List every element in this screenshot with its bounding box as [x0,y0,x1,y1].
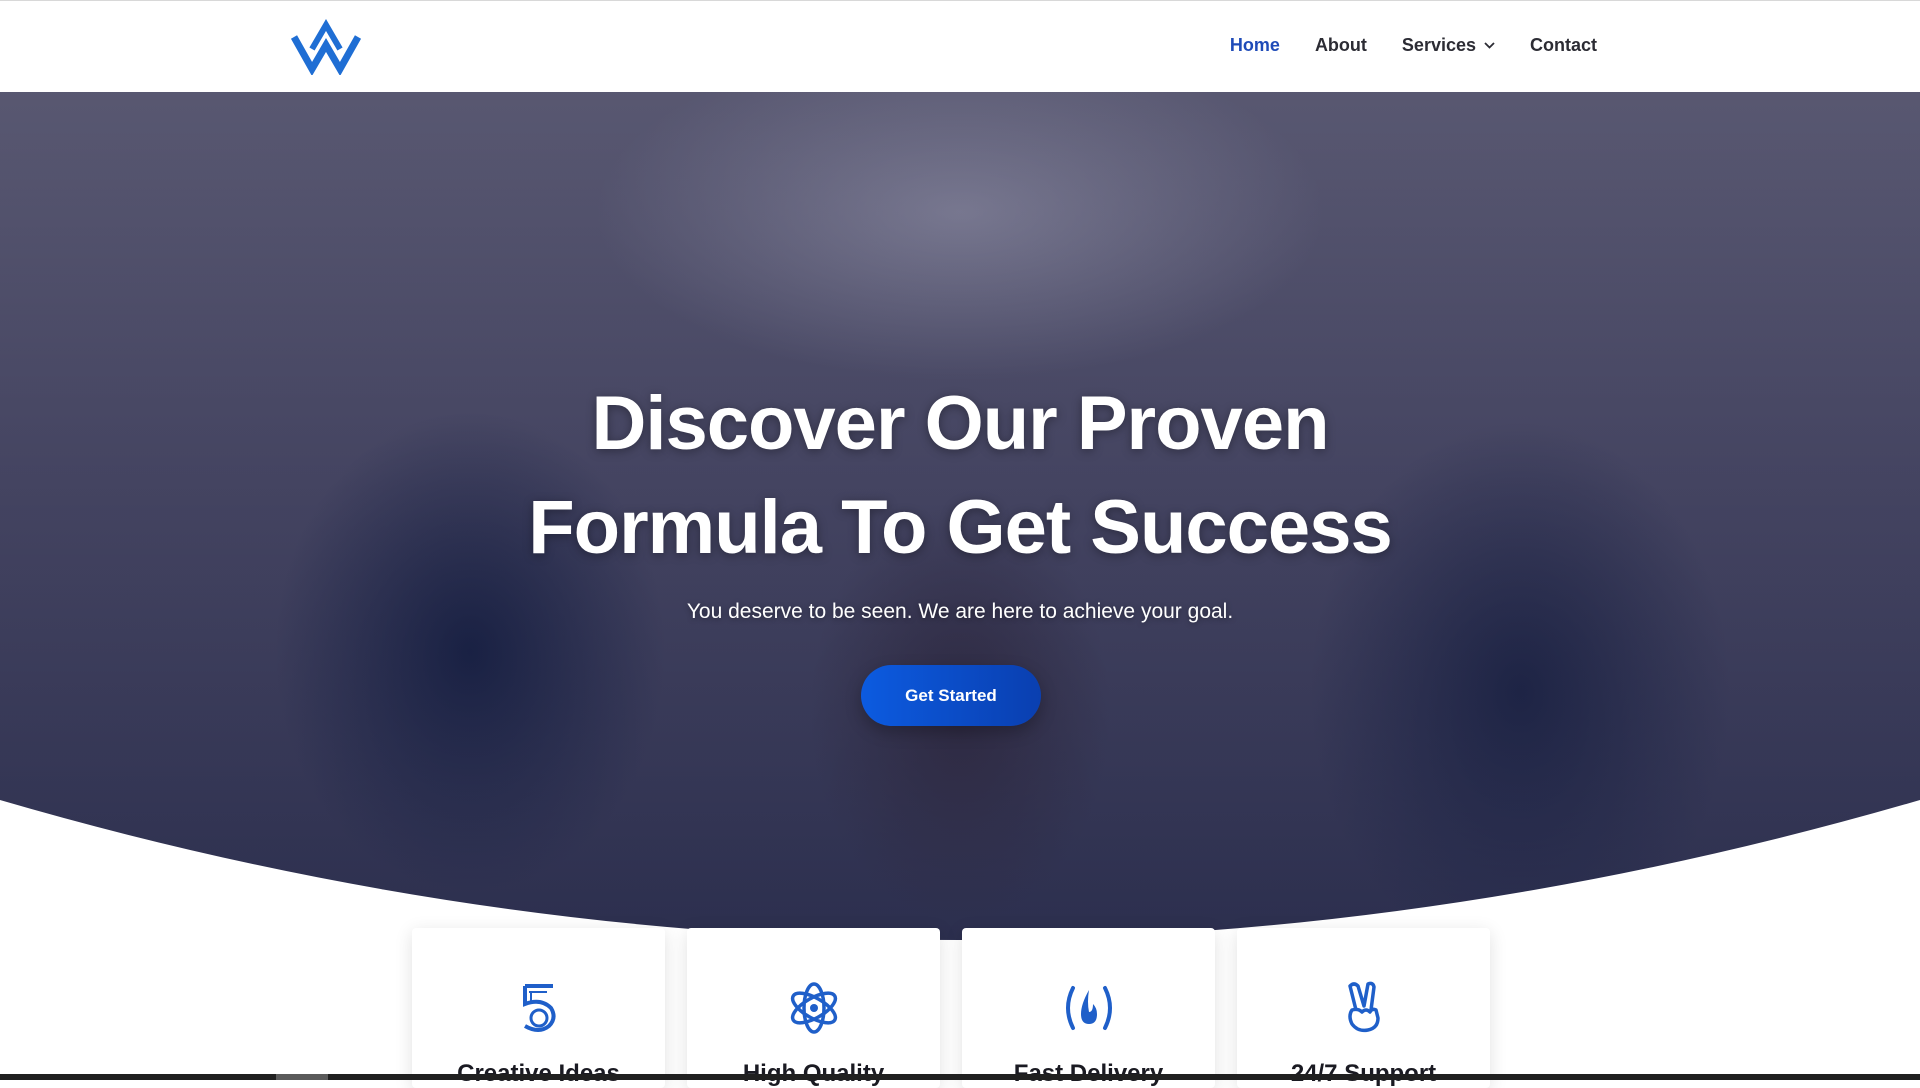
w-logo-icon[interactable] [290,19,362,75]
atom-icon [790,982,838,1034]
peace-hand-icon [1348,981,1380,1033]
five-icon [523,984,556,1032]
hero-title-line-2: Formula To Get Success [528,485,1393,570]
hero-title-line-1: Discover Our Proven [591,381,1329,466]
nav-services[interactable]: Services [1402,35,1495,56]
nav-contact-label: Contact [1530,35,1597,55]
fire-icon [1066,986,1112,1030]
main-nav: Home About Services Contact [1230,35,1597,56]
get-started-button[interactable]: Get Started [861,665,1041,726]
nav-home[interactable]: Home [1230,35,1280,56]
nav-about-label: About [1314,35,1367,55]
nav-contact[interactable]: Contact [1530,35,1597,56]
chevron-down-icon [1484,42,1495,49]
hero-title: Discover Our Proven Formula To Get Succe… [0,372,1920,580]
nav-about[interactable]: About [1315,35,1367,56]
nav-services-label: Services [1401,35,1476,55]
hero-subtitle: You deserve to be seen. We are here to a… [686,600,1234,623]
feature-cards: Creative Ideas High Quality Fast Deliver… [412,928,1490,1088]
feature-card-support[interactable]: 24/7 Support [1237,928,1490,1088]
hero-section: Discover Our Proven Formula To Get Succe… [0,92,1920,1000]
feature-card-fast-delivery[interactable]: Fast Delivery [962,928,1215,1088]
site-header: Home About Services Contact [0,0,1920,92]
scrollbar-thumb[interactable] [276,1074,328,1080]
feature-card-creative-ideas[interactable]: Creative Ideas [412,928,665,1088]
feature-card-high-quality[interactable]: High Quality [687,928,940,1088]
nav-home-label: Home [1229,35,1280,55]
